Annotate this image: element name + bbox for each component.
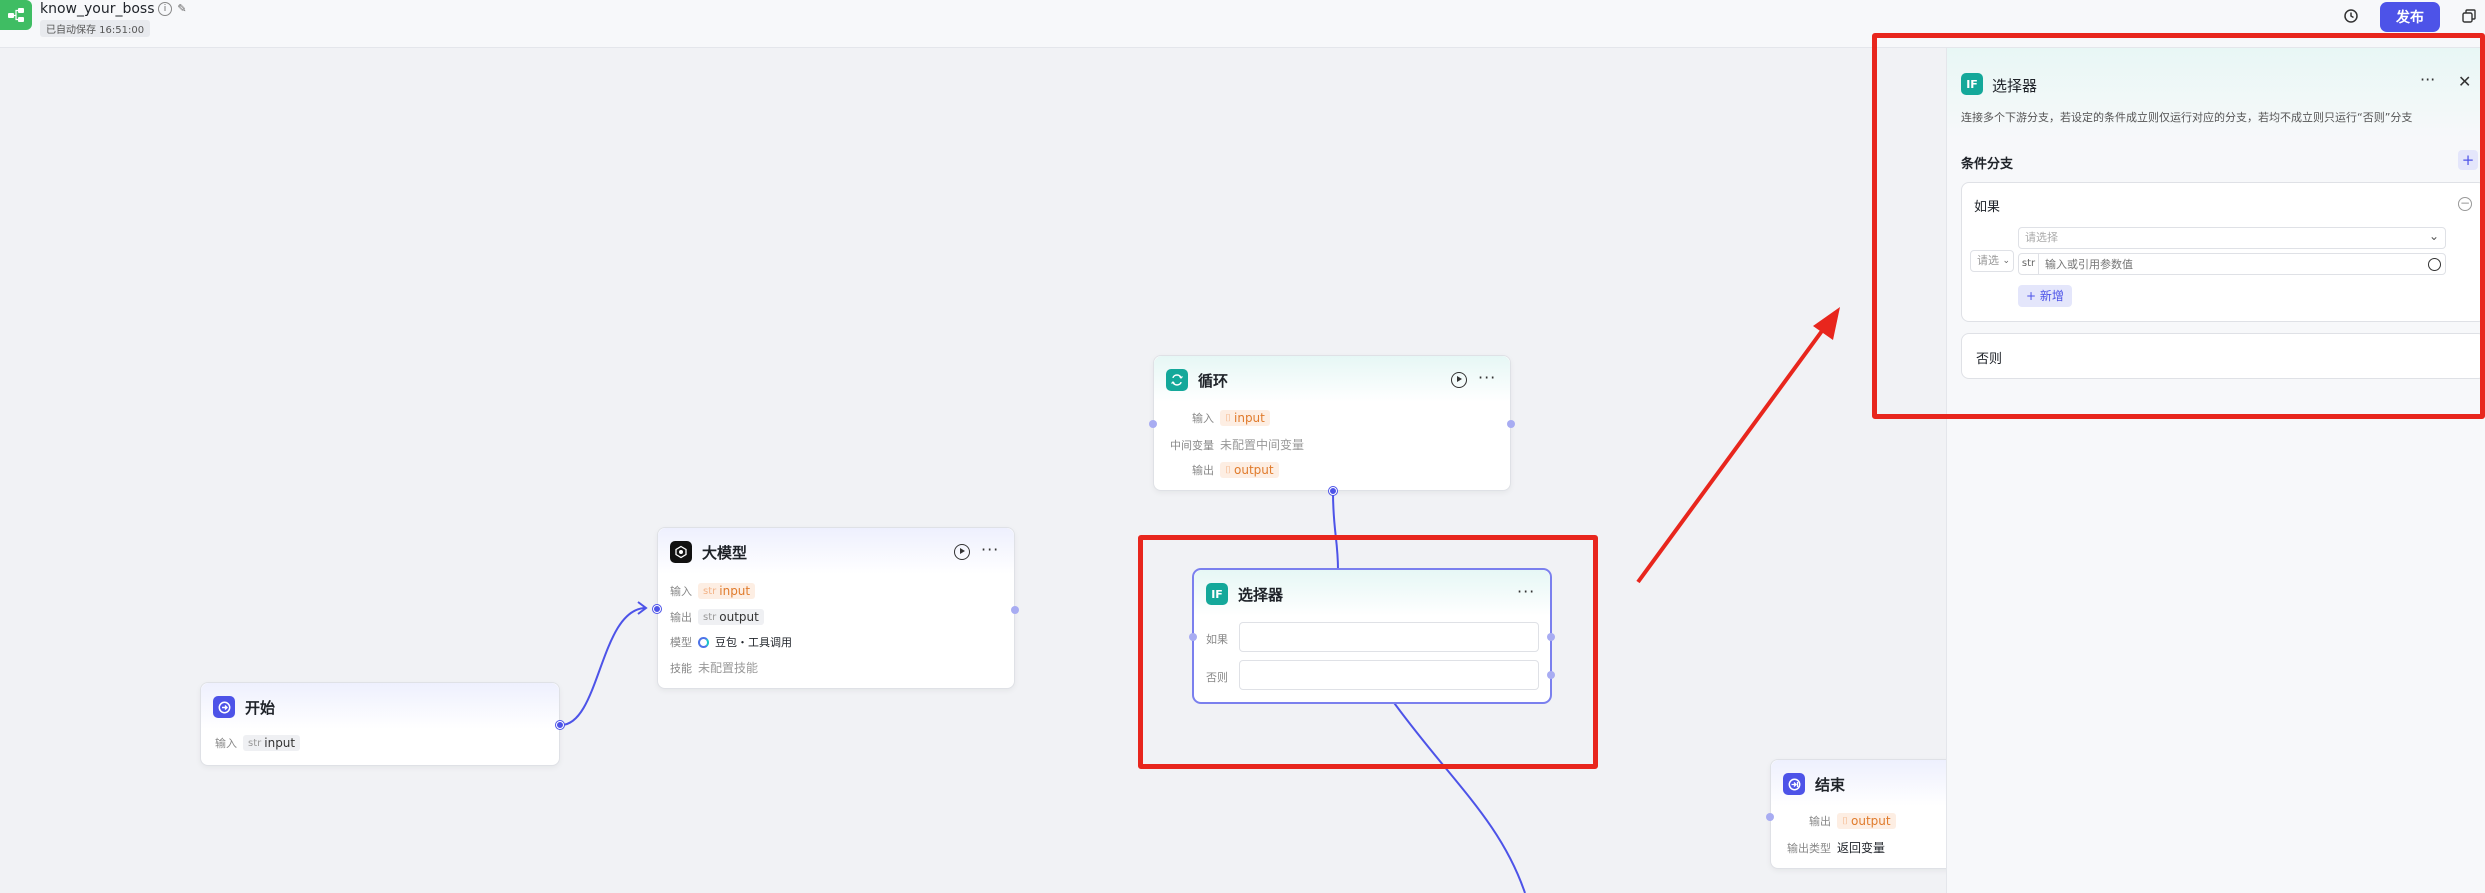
- info-icon[interactable]: i: [158, 2, 172, 16]
- publish-button[interactable]: 发布: [2380, 2, 2440, 32]
- annotation-box-panel: [1872, 33, 2485, 419]
- llm-model-label: 模型: [670, 636, 692, 649]
- run-icon[interactable]: [954, 544, 970, 560]
- loop-node-title: 循环: [1198, 372, 1229, 390]
- annotation-box-node: [1138, 535, 1598, 769]
- llm-node[interactable]: 大模型 ··· 输入 str input 输出 str output 模型 豆包・工…: [653, 527, 1019, 689]
- start-input-label: 输入: [215, 737, 237, 750]
- llm-input-tag: str input: [698, 583, 756, 599]
- run-icon[interactable]: [1451, 372, 1467, 388]
- start-input-tag: str input: [243, 735, 301, 751]
- loop-input-label: 输入: [1192, 412, 1214, 425]
- more-icon[interactable]: ···: [981, 540, 999, 559]
- loop-input-port[interactable]: [1149, 420, 1157, 428]
- start-output-port[interactable]: [556, 721, 564, 729]
- end-icon: [1783, 773, 1805, 795]
- llm-icon: [670, 541, 692, 563]
- loop-bottom-port[interactable]: [1329, 487, 1337, 495]
- history-icon[interactable]: [2340, 5, 2362, 27]
- loop-var-value: 未配置中间变量: [1220, 438, 1305, 452]
- end-output-type-label: 输出类型: [1787, 841, 1831, 855]
- start-icon: [213, 696, 235, 718]
- autosave-status: 已自动保存 16:51:00: [40, 20, 151, 37]
- end-node-title: 结束: [1815, 776, 1846, 794]
- app-logo-icon: [0, 0, 32, 30]
- end-output-type-value: 返回变量: [1837, 841, 1886, 855]
- end-output-label: 输出: [1809, 815, 1831, 828]
- more-icon[interactable]: ···: [1478, 368, 1496, 387]
- loop-output-tag: ⌷ output: [1220, 462, 1279, 478]
- llm-input-port[interactable]: [653, 605, 661, 613]
- end-output-tag: ⌷ output: [1837, 813, 1896, 829]
- loop-var-label: 中间变量: [1170, 438, 1214, 452]
- model-icon: [698, 636, 709, 648]
- llm-output-label: 输出: [670, 611, 692, 624]
- end-input-port[interactable]: [1766, 813, 1774, 821]
- copy-icon[interactable]: [2458, 5, 2480, 27]
- llm-node-title: 大模型: [702, 544, 748, 562]
- loop-icon: [1166, 369, 1188, 391]
- loop-node[interactable]: 循环 ··· 输入 ⌷ input 中间变量 未配置中间变量 输出 ⌷ output: [1149, 355, 1515, 495]
- end-node[interactable]: 结束 输出 ⌷ output 输出类型 返回变量: [1766, 759, 1960, 869]
- llm-skill-label: 技能: [670, 661, 692, 675]
- llm-skill-value: 未配置技能: [698, 661, 759, 675]
- loop-input-tag: ⌷ input: [1220, 410, 1270, 426]
- loop-output-label: 输出: [1192, 464, 1214, 477]
- start-node-title: 开始: [245, 699, 276, 717]
- llm-input-label: 输入: [670, 585, 692, 598]
- llm-output-tag: str output: [698, 609, 764, 625]
- llm-output-port[interactable]: [1011, 606, 1019, 614]
- llm-model-value: 豆包・工具调用: [715, 636, 792, 649]
- app-name: know_your_boss: [40, 1, 155, 17]
- start-node[interactable]: 开始 输入 str input: [200, 682, 564, 766]
- edit-icon[interactable]: ✎: [175, 2, 189, 16]
- loop-output-port[interactable]: [1507, 420, 1515, 428]
